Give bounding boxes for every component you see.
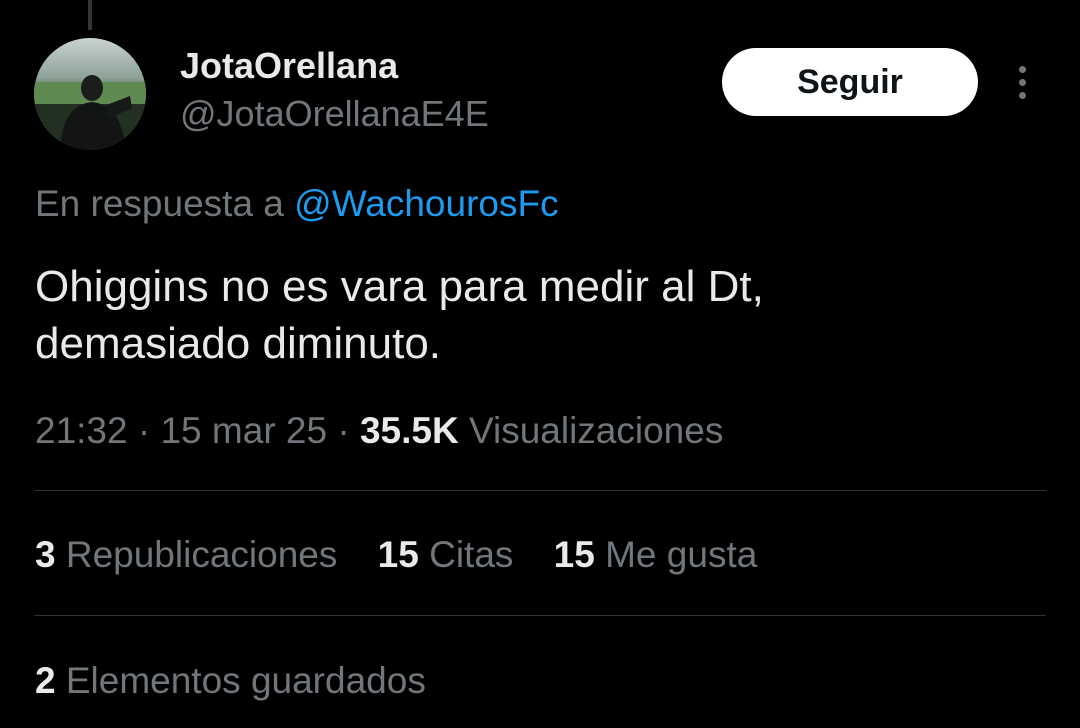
author-handle[interactable]: @JotaOrellanaE4E	[180, 92, 489, 136]
meta-separator: ·	[327, 410, 360, 451]
author-display-name[interactable]: JotaOrellana	[180, 44, 489, 88]
tweet-text-line: demasiado diminuto.	[35, 319, 442, 368]
tweet-text-line: Ohiggins no es vara para medir al Dt,	[35, 262, 764, 311]
bookmarks-count: 2	[35, 660, 56, 701]
bookmarks-stat[interactable]: 2 Elementos guardados	[35, 656, 426, 706]
reposts-count: 3	[35, 534, 56, 575]
reposts-stat[interactable]: 3 Republicaciones	[35, 530, 337, 580]
engagement-stats: 3 Republicaciones 15 Citas 15 Me gusta	[35, 530, 787, 580]
tweet-text: Ohiggins no es vara para medir al Dt, de…	[35, 258, 1035, 372]
bookmarks-label: Elementos guardados	[55, 660, 426, 701]
likes-count: 15	[553, 534, 595, 575]
more-vertical-icon[interactable]	[1010, 62, 1036, 102]
divider	[35, 615, 1046, 616]
tweet-time[interactable]: 21:32	[35, 410, 128, 451]
avatar[interactable]	[34, 38, 146, 150]
avatar-photo	[34, 38, 146, 150]
views-count: 35.5K	[359, 410, 459, 451]
likes-stat[interactable]: 15 Me gusta	[554, 530, 758, 580]
thread-connector-line	[88, 0, 92, 30]
tweet-date[interactable]: 15 mar 25	[160, 410, 327, 451]
reply-context: En respuesta a @WachourosFc	[35, 180, 559, 228]
divider	[35, 490, 1046, 491]
likes-label: Me gusta	[594, 534, 758, 575]
tweet-header: JotaOrellana @JotaOrellanaE4E Seguir	[34, 38, 1046, 150]
quotes-label: Citas	[418, 534, 514, 575]
quotes-stat[interactable]: 15 Citas	[378, 530, 514, 580]
reposts-label: Republicaciones	[55, 534, 338, 575]
meta-separator: ·	[127, 410, 161, 451]
quotes-count: 15	[377, 534, 419, 575]
follow-button[interactable]: Seguir	[722, 48, 978, 116]
tweet-metadata: 21:32 · 15 mar 25 · 35.5K Visualizacione…	[35, 406, 723, 456]
author-block: JotaOrellana @JotaOrellanaE4E	[180, 44, 489, 136]
views-label: Visualizaciones	[458, 410, 724, 451]
reply-prefix: En respuesta a	[35, 183, 295, 224]
reply-mention-link[interactable]: @WachourosFc	[294, 183, 558, 224]
